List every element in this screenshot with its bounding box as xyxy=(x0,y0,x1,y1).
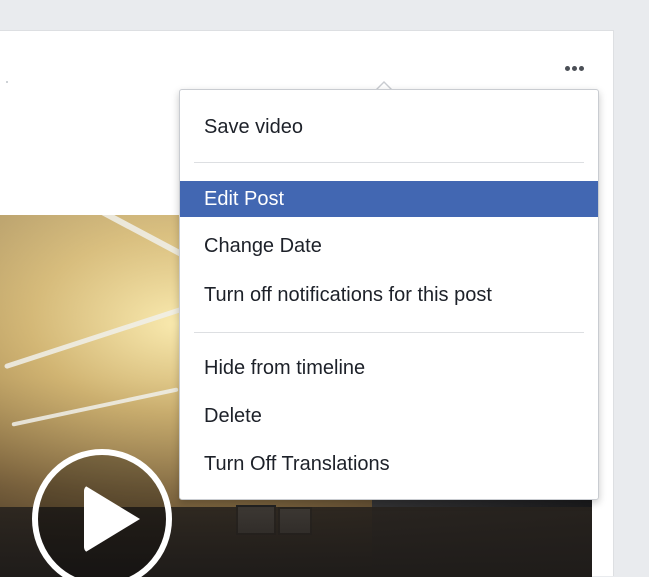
menu-item-turn-off-translations[interactable]: Turn Off Translations xyxy=(180,446,598,482)
play-icon xyxy=(84,485,140,553)
menu-separator xyxy=(194,332,584,333)
menu-item-hide-from-timeline[interactable]: Hide from timeline xyxy=(180,350,598,386)
menu-item-save-video[interactable]: Save video xyxy=(180,109,598,145)
menu-item-change-date[interactable]: Change Date xyxy=(180,228,598,264)
post-options-menu: Save video Edit Post Change Date Turn of… xyxy=(179,89,599,500)
ceiling-pipe xyxy=(3,305,187,370)
ellipsis-dot-icon xyxy=(564,65,570,71)
menu-separator xyxy=(194,162,584,163)
menu-item-delete[interactable]: Delete xyxy=(180,398,598,434)
play-button[interactable] xyxy=(32,449,172,577)
ellipsis-dot-icon xyxy=(571,65,577,71)
post-header-fragment xyxy=(6,81,8,83)
menu-item-edit-post[interactable]: Edit Post xyxy=(180,181,598,217)
ceiling-pipe xyxy=(11,387,179,427)
menu-item-turn-off-notifications[interactable]: Turn off notifications for this post xyxy=(180,277,598,313)
ellipsis-dot-icon xyxy=(578,65,584,71)
more-options-button[interactable] xyxy=(556,57,592,79)
